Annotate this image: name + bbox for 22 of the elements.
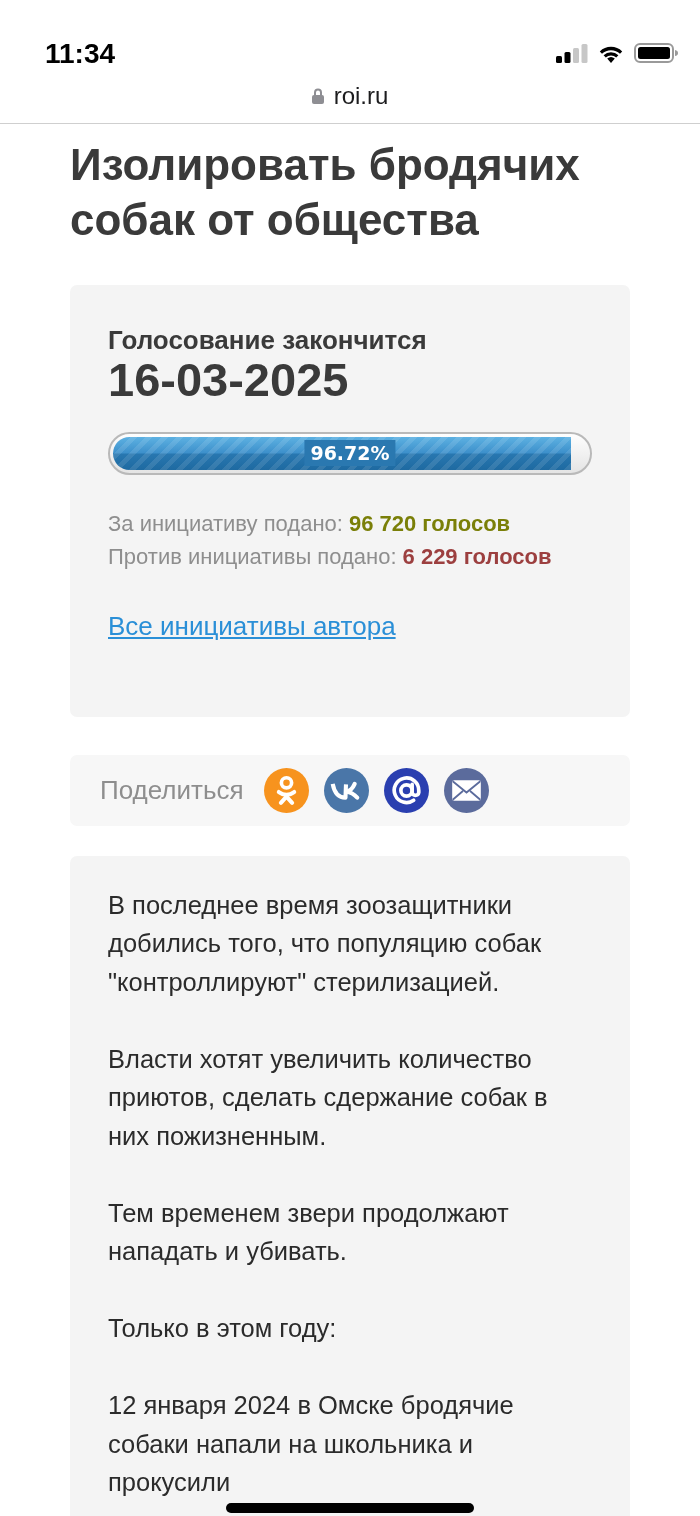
signal-icon: [556, 43, 588, 63]
battery-icon: [634, 43, 678, 64]
vote-label: Против инициативы подано:: [108, 542, 397, 571]
description-paragraph: Власти хотят увеличить количество приютов, сделать сдержание собак в них пожизненным.: [108, 1043, 549, 1152]
at-sign-icon[interactable]: [383, 767, 429, 813]
lock-icon: [311, 87, 324, 104]
vote-label: За инициативу подано:: [108, 509, 343, 538]
page-title: Изолировать бродячих собак от общества: [70, 138, 581, 246]
vote-count: 6 229 голосов: [402, 542, 552, 571]
status-time: 11:34: [45, 39, 116, 70]
progress-label: 96.72%: [304, 440, 396, 466]
envelope-icon[interactable]: [443, 767, 489, 813]
description-paragraph: Только в этом году:: [108, 1313, 338, 1345]
voting-end-label: Голосование закончится: [108, 324, 428, 355]
description-paragraph: 12 января 2024 в Омске бродячие собаки напали на школьника и прокусили: [108, 1390, 515, 1499]
vote-count: 96 720 голосов: [348, 509, 511, 538]
share-label: Поделиться: [100, 773, 244, 807]
voting-end-date: 16-03-2025: [108, 354, 350, 405]
vk-logo-icon[interactable]: [323, 767, 369, 813]
description-paragraph: Тем временем звери продолжают нападать и убивать.: [108, 1197, 510, 1268]
description-paragraph: В последнее время зоозащитники добились того, что популяцию собак "контроллируют" стерилизацией.: [108, 889, 543, 998]
address-url[interactable]: roi.ru: [333, 81, 389, 110]
